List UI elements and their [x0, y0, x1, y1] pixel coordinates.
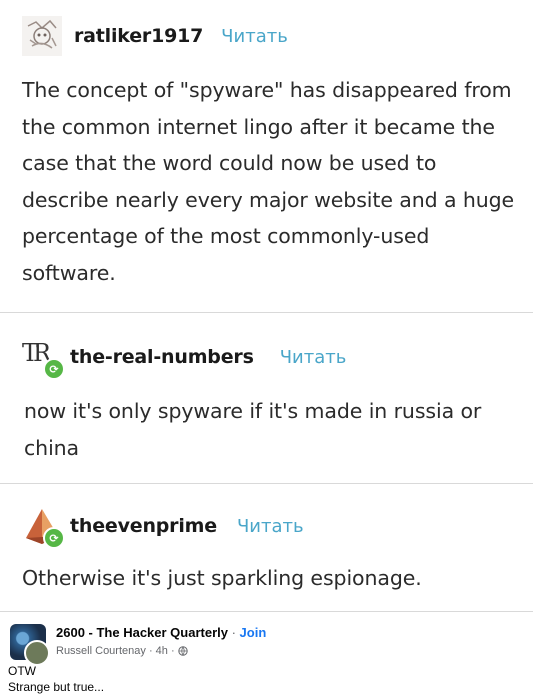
caption-line-2: Strange but true... [8, 680, 105, 694]
post-time[interactable]: 4h [156, 645, 168, 657]
reblog-icon: ⟳ [43, 527, 65, 549]
author-name[interactable]: Russell Courtenay [56, 645, 146, 657]
post-text: now it's only spyware if it's made in ru… [24, 399, 482, 460]
caption-line-1: OTW [8, 664, 36, 678]
follow-button[interactable]: Читать [237, 516, 304, 537]
avatar-monogram: TR [22, 339, 51, 367]
globe-icon [178, 646, 188, 659]
post-text: The concept of "spyware" has disappeared… [22, 78, 515, 285]
tetrahedron-avatar-icon[interactable]: ⟳ [22, 506, 65, 549]
post-meta: Russell Courtenay · 4h · [56, 645, 188, 659]
username[interactable]: theevenprime [70, 515, 217, 537]
tumblr-post-1: ratliker1917 Читать The concept of "spyw… [0, 0, 533, 312]
author-avatar[interactable] [24, 640, 50, 666]
group-name-line: 2600 - The Hacker Quarterly · Join [56, 625, 266, 640]
post-text: Otherwise it's just sparkling espionage. [22, 566, 422, 590]
dot-separator: · [227, 625, 240, 640]
facebook-post-footer: 2600 - The Hacker Quarterly · Join Russe… [0, 612, 533, 700]
tr-monogram-avatar-icon[interactable]: TR ⟳ [22, 337, 65, 380]
username[interactable]: the-real-numbers [70, 346, 254, 368]
username[interactable]: ratliker1917 [74, 25, 203, 47]
follow-button[interactable]: Читать [221, 26, 288, 47]
tumblr-post-3: ⟳ theevenprime Читать Otherwise it's jus… [0, 484, 533, 611]
follow-button[interactable]: Читать [280, 347, 347, 368]
doodle-avatar-icon[interactable] [22, 16, 62, 56]
group-name[interactable]: 2600 - The Hacker Quarterly [56, 625, 228, 640]
tumblr-post-2: TR ⟳ the-real-numbers Читать now it's on… [0, 313, 533, 483]
reblog-icon: ⟳ [43, 358, 65, 380]
join-button[interactable]: Join [240, 625, 267, 640]
